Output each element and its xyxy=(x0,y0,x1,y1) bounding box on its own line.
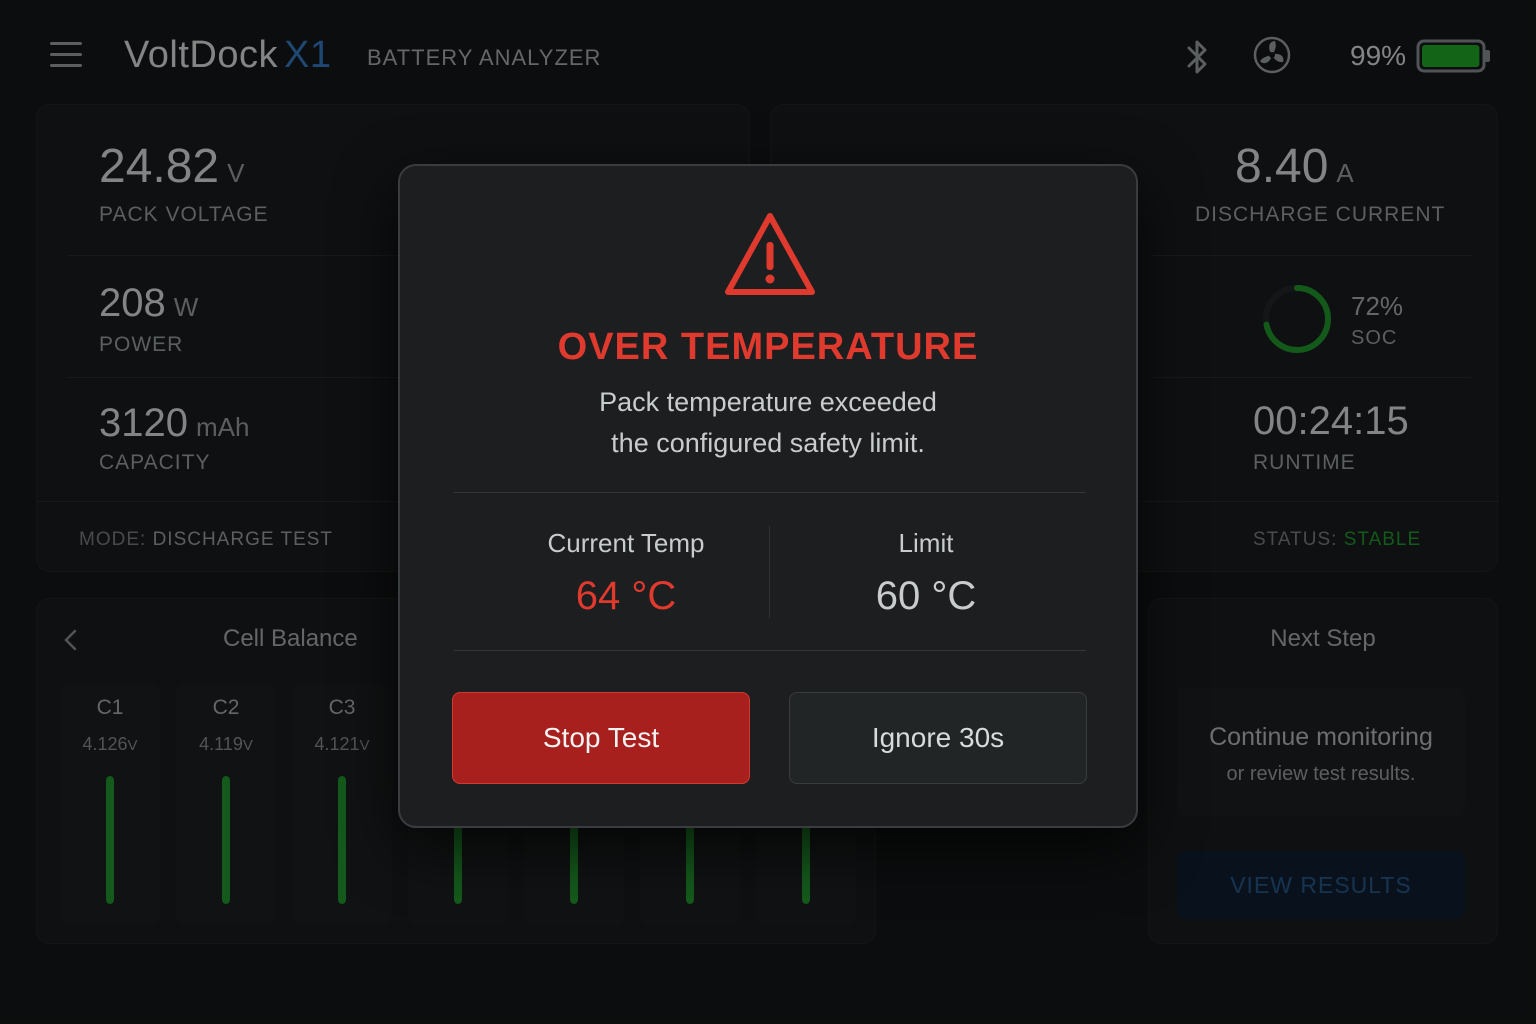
power-number: 208 xyxy=(99,281,166,325)
discharge-current-value: 8.40 A xyxy=(1235,139,1354,194)
cell-voltage-number: 4.121 xyxy=(314,734,360,754)
bluetooth-icon[interactable] xyxy=(1183,38,1211,76)
menu-icon[interactable] xyxy=(50,42,82,68)
capacity-unit: mAh xyxy=(195,412,250,442)
pack-voltage-number: 24.82 xyxy=(99,140,220,193)
chevron-left-icon[interactable] xyxy=(63,629,79,651)
soc-label: SOC xyxy=(1351,327,1398,349)
stop-test-button[interactable]: Stop Test xyxy=(452,692,750,784)
pack-voltage-unit: V xyxy=(227,158,245,188)
divider xyxy=(67,377,407,378)
cell-voltage-number: 4.126 xyxy=(82,734,128,754)
cell-name: C3 xyxy=(328,696,356,719)
status-indicator: STATUS: STABLE xyxy=(1253,529,1421,551)
cell-card: C1 4.126V xyxy=(60,684,160,924)
cell-level-fill xyxy=(106,776,114,904)
dialog-title: OVER TEMPERATURE xyxy=(557,326,979,368)
cell-balance-title: Cell Balance xyxy=(223,625,358,652)
fan-icon[interactable] xyxy=(1253,36,1291,74)
cell-name: C2 xyxy=(212,696,240,719)
current-temp-value: 64 °C xyxy=(575,574,677,618)
cell-level-bar xyxy=(454,824,462,904)
stat-separator xyxy=(769,526,770,618)
divider xyxy=(1151,377,1471,378)
dialog-message-line1: Pack temperature exceeded xyxy=(599,387,937,417)
cell-name: C1 xyxy=(96,696,124,719)
cell-level-bar xyxy=(338,776,346,904)
divider xyxy=(1141,501,1499,502)
discharge-current-unit: A xyxy=(1336,158,1354,188)
cell-level-fill xyxy=(570,824,578,904)
dialog-message-line2: the configured safety limit. xyxy=(611,428,925,458)
runtime-value: 00:24:15 xyxy=(1253,399,1409,443)
mode-value: DISCHARGE TEST xyxy=(152,529,334,550)
current-temp-label: Current Temp xyxy=(547,528,705,558)
cell-voltage-unit: V xyxy=(359,737,370,754)
cell-level-bar xyxy=(686,824,694,904)
cell-level-fill xyxy=(338,776,346,904)
app-root: VoltDock X1 BATTERY ANALYZER 99% 24.82 V P… xyxy=(0,0,1536,1024)
discharge-current-label: DISCHARGE CURRENT xyxy=(1195,203,1446,226)
dialog-divider xyxy=(454,650,1086,651)
cell-voltage-number: 4.119 xyxy=(199,734,243,754)
divider xyxy=(37,501,417,502)
cell-level-bar xyxy=(570,824,578,904)
app-title: VoltDock X1 xyxy=(124,34,331,77)
runtime-label: RUNTIME xyxy=(1253,451,1356,474)
dialog-message: Pack temperature exceeded the configured… xyxy=(400,382,1136,464)
next-step-line1: Continue monitoring xyxy=(1209,723,1433,751)
next-step-message: Continue monitoring or review test resul… xyxy=(1177,687,1465,817)
battery-icon xyxy=(1416,39,1490,73)
next-step-card: Next Step Continue monitoring or review … xyxy=(1148,598,1498,944)
cell-voltage: 4.119V xyxy=(176,734,276,755)
ignore-30s-button[interactable]: Ignore 30s xyxy=(789,692,1087,784)
next-step-line2: or review test results. xyxy=(1226,763,1416,785)
next-step-title: Next Step xyxy=(1270,625,1376,652)
pack-voltage-label: PACK VOLTAGE xyxy=(99,203,269,226)
brand-name: VoltDock xyxy=(124,34,278,76)
capacity-label: CAPACITY xyxy=(99,451,211,474)
cell-level-bar xyxy=(222,776,230,904)
discharge-current-number: 8.40 xyxy=(1235,140,1329,193)
divider xyxy=(1151,255,1471,256)
cell-card: C2 4.119V xyxy=(176,684,276,924)
warning-icon xyxy=(725,213,815,295)
mode-indicator: MODE: DISCHARGE TEST xyxy=(79,529,333,551)
cell-voltage: 4.126V xyxy=(60,734,160,755)
cell-level-bar xyxy=(802,824,810,904)
cell-voltage-unit: V xyxy=(242,737,253,754)
capacity-number: 3120 xyxy=(99,401,188,445)
soc-ring xyxy=(1263,285,1331,353)
pack-voltage-value: 24.82 V xyxy=(99,139,244,194)
power-value: 208 W xyxy=(99,281,198,326)
cell-voltage: 4.121V xyxy=(292,734,392,755)
app-subtitle: BATTERY ANALYZER xyxy=(367,45,602,70)
power-unit: W xyxy=(173,292,199,322)
power-label: POWER xyxy=(99,333,184,356)
capacity-value: 3120 mAh xyxy=(99,401,249,446)
view-results-button[interactable]: VIEW RESULTS xyxy=(1177,851,1465,919)
cell-level-fill xyxy=(454,824,462,904)
cell-level-fill xyxy=(802,824,810,904)
cell-card: C3 4.121V xyxy=(292,684,392,924)
brand-model: X1 xyxy=(283,34,332,76)
over-temperature-dialog: OVER TEMPERATURE Pack temperature exceed… xyxy=(398,164,1138,828)
status-value: STABLE xyxy=(1343,529,1422,550)
cell-level-fill xyxy=(222,776,230,904)
top-bar: VoltDock X1 BATTERY ANALYZER 99% xyxy=(0,0,1536,110)
cell-voltage-unit: V xyxy=(127,737,138,754)
status-key: STATUS: xyxy=(1253,529,1338,550)
limit-label: Limit xyxy=(898,528,954,558)
divider xyxy=(67,255,407,256)
battery-percent: 99% xyxy=(1350,40,1407,71)
cell-level-bar xyxy=(106,776,114,904)
limit-value: 60 °C xyxy=(875,574,977,618)
soc-value: 72% xyxy=(1351,291,1404,321)
dialog-divider xyxy=(454,492,1086,493)
mode-key: MODE: xyxy=(79,529,147,550)
cell-level-fill xyxy=(686,824,694,904)
